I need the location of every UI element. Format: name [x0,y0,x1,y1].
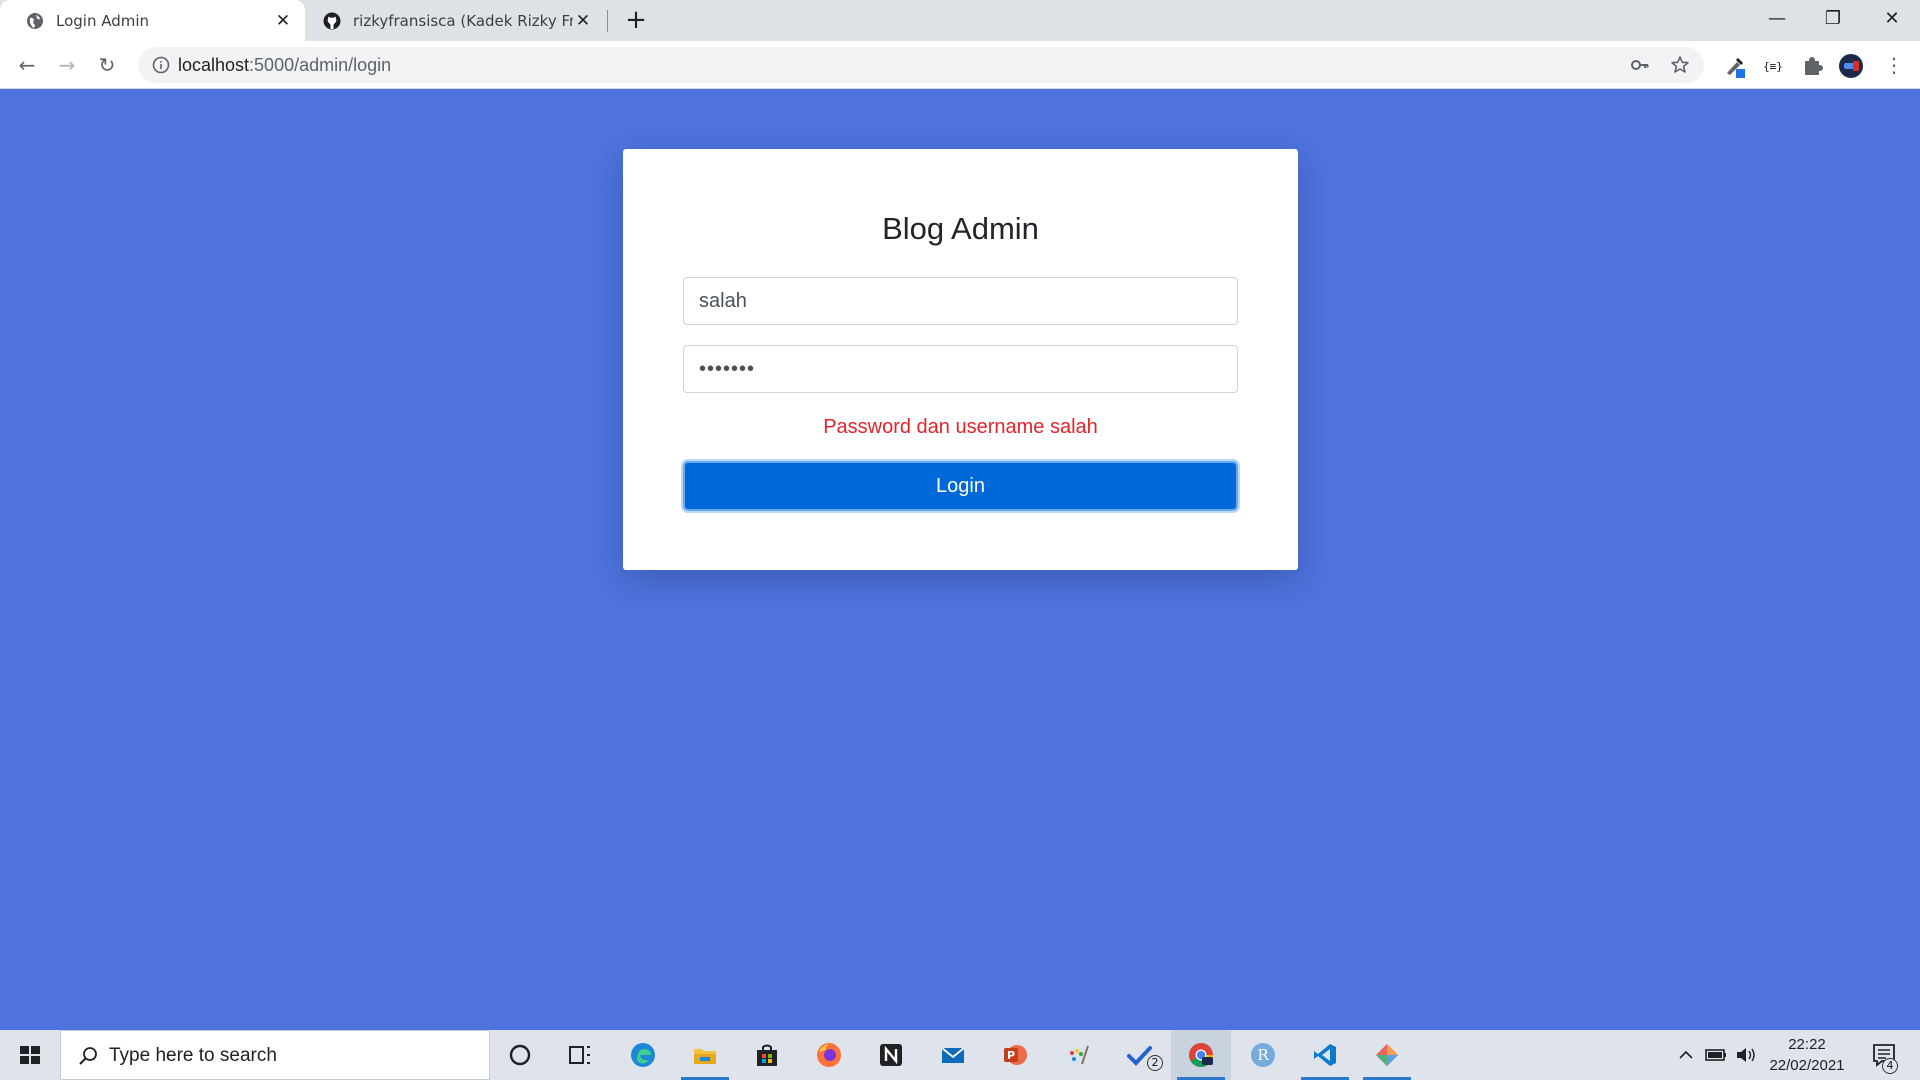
maximize-button[interactable]: ❐ [1805,0,1861,41]
paint-app[interactable] [1047,1030,1107,1080]
chrome-app[interactable] [1171,1030,1231,1080]
browser-toolbar: ← → ↻ localhost:5000/admin/login {≡} ⋮ [0,41,1920,89]
url-text[interactable]: localhost:5000/admin/login [178,47,391,83]
todo-badge: 2 [1147,1055,1163,1071]
url-path: :5000/admin/login [249,55,392,75]
battery-icon[interactable] [1704,1030,1728,1080]
mail-icon [941,1047,965,1063]
window-close-button[interactable]: ✕ [1864,0,1920,41]
volume-icon[interactable] [1734,1030,1758,1080]
chrome-icon [1189,1043,1213,1068]
file-explorer-app[interactable] [675,1030,735,1080]
chevron-up-icon[interactable] [1676,1030,1696,1080]
task-view-button[interactable] [550,1030,610,1080]
svg-text:R: R [1257,1046,1269,1064]
vscode-app[interactable] [1295,1030,1355,1080]
git-app[interactable] [1357,1030,1417,1080]
svg-text:{≡}: {≡} [1763,60,1783,73]
edge-icon [631,1043,655,1067]
r-icon: R [1251,1043,1275,1067]
extensions-puzzle-icon[interactable] [1799,53,1825,79]
taskbar-search-box[interactable]: Type here to search [60,1030,490,1080]
edge-app[interactable] [613,1030,673,1080]
clock-date: 22/02/2021 [1769,1057,1845,1074]
login-button[interactable]: Login [683,461,1238,511]
back-button[interactable]: ← [11,49,43,81]
page-title: Blog Admin [882,211,1039,246]
store-app[interactable] [737,1030,797,1080]
todo-app[interactable]: 2 [1109,1030,1169,1080]
powerpoint-app[interactable]: P [985,1030,1045,1080]
task-view-icon [569,1046,590,1064]
taskbar: Type here to search P 2 R 22:22 22/02/20… [0,1030,1920,1080]
firefox-icon [817,1043,841,1067]
tab-close-button[interactable]: ✕ [573,11,593,31]
tab-separator [607,10,608,32]
info-icon[interactable] [152,56,170,74]
clock-time: 22:22 [1788,1036,1826,1053]
powerpoint-icon: P [1004,1045,1027,1065]
store-icon [757,1044,777,1066]
notion-icon [880,1044,902,1066]
profile-avatar-icon[interactable] [1838,53,1864,79]
address-bar[interactable]: localhost:5000/admin/login [138,47,1704,83]
windows-start-icon[interactable] [0,1030,60,1080]
url-host: localhost [178,55,250,75]
globe-icon [27,12,43,29]
git-icon [1376,1044,1398,1066]
username-input[interactable]: salah [683,277,1238,325]
cortana-icon [509,1044,531,1066]
file-explorer-icon [694,1049,716,1064]
reload-button[interactable]: ↻ [91,49,123,81]
extension-json-icon[interactable]: {≡} [1760,53,1786,79]
key-icon[interactable] [1630,55,1650,75]
tab-close-button[interactable]: ✕ [273,11,293,31]
firefox-app[interactable] [799,1030,859,1080]
r-app[interactable]: R [1233,1030,1293,1080]
cortana-button[interactable] [490,1030,550,1080]
minimize-button[interactable]: — [1749,0,1805,41]
login-card: Blog Admin salah ••••••• Password dan us… [623,149,1298,570]
mail-app[interactable] [923,1030,983,1080]
notion-app[interactable] [861,1030,921,1080]
github-icon [323,12,341,29]
paint-icon [1066,1045,1089,1065]
tab-strip: Login Admin ✕ rizkyfransisca (Kadek Rizk… [0,0,1920,41]
password-input[interactable]: ••••••• [683,345,1238,393]
tab-login-admin[interactable]: Login Admin ✕ [0,0,305,41]
extension-eyedropper-icon[interactable] [1722,53,1748,79]
star-icon[interactable] [1670,55,1690,75]
new-tab-button[interactable]: + [622,6,650,34]
system-clock[interactable]: 22:22 22/02/2021 [1757,1034,1857,1076]
notification-badge: 4 [1882,1058,1898,1074]
svg-text:P: P [1007,1049,1015,1062]
vscode-icon [1314,1044,1336,1066]
error-message: Password dan username salah [823,416,1098,438]
chrome-menu-button[interactable]: ⋮ [1878,49,1910,81]
tab-title: rizkyfransisca (Kadek Rizky Fransisca) [353,11,573,30]
tab-github[interactable]: rizkyfransisca (Kadek Rizky Fransisca) ✕ [305,0,605,41]
search-icon [79,1047,97,1065]
search-placeholder: Type here to search [109,1045,277,1066]
forward-button[interactable]: → [51,49,83,81]
tab-title: Login Admin [56,11,150,30]
